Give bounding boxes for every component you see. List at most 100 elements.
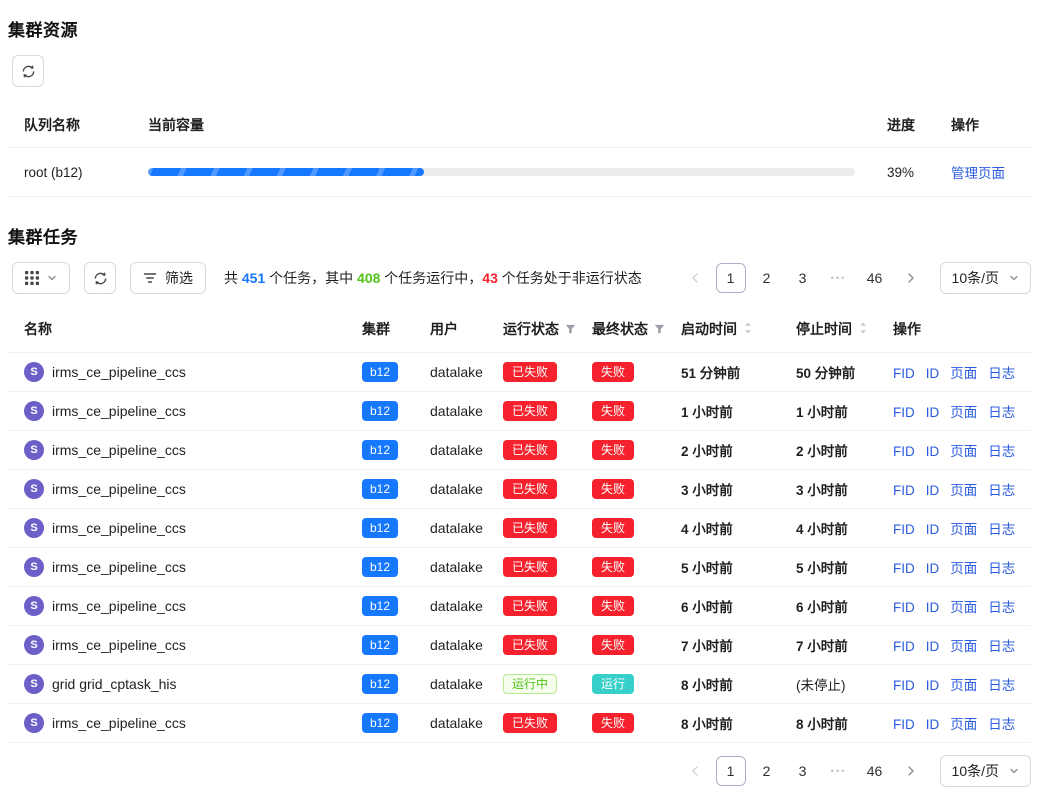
action-fid[interactable]: FID [893, 678, 915, 693]
action-fid[interactable]: FID [893, 600, 915, 615]
action-page[interactable]: 页面 [950, 639, 977, 654]
stop-time: 6 小时前 [788, 587, 885, 626]
action-log[interactable]: 日志 [988, 600, 1015, 615]
run-status-badge: 已失败 [503, 557, 557, 577]
column-settings-button[interactable] [12, 262, 70, 294]
pagination-page-2[interactable]: 2 [752, 756, 782, 786]
task-name: irms_ce_pipeline_ccs [52, 637, 186, 653]
pagination-page-3[interactable]: 3 [788, 263, 818, 293]
task-name: grid grid_cptask_his [52, 676, 177, 692]
col-resource-actions: 操作 [935, 103, 1031, 148]
action-log[interactable]: 日志 [988, 639, 1015, 654]
funnel-icon[interactable] [654, 324, 665, 335]
stop-time: 50 分钟前 [788, 353, 885, 392]
chevron-right-icon [906, 765, 916, 777]
action-id[interactable]: ID [926, 561, 940, 576]
tasks-body: Sirms_ce_pipeline_ccsb12datalake已失败失败51 … [8, 353, 1031, 743]
cluster-badge: b12 [362, 596, 398, 616]
table-row: Sirms_ce_pipeline_ccsb12datalake已失败失败3 小… [8, 470, 1031, 509]
action-page[interactable]: 页面 [950, 600, 977, 615]
column-header-7[interactable]: 停止时间 [788, 306, 885, 353]
action-fid[interactable]: FID [893, 561, 915, 576]
task-count: 451 [242, 270, 265, 286]
pagination-ellipsis[interactable]: ••• [824, 263, 854, 293]
pagination-page-46[interactable]: 46 [860, 263, 890, 293]
column-header-4[interactable]: 运行状态 [495, 306, 584, 353]
action-fid[interactable]: FID [893, 366, 915, 381]
action-fid[interactable]: FID [893, 405, 915, 420]
page-size-select[interactable]: 10条/页 [940, 262, 1031, 294]
action-id[interactable]: ID [926, 600, 940, 615]
action-page[interactable]: 页面 [950, 561, 977, 576]
action-id[interactable]: ID [926, 483, 940, 498]
column-header-5[interactable]: 最终状态 [584, 306, 673, 353]
pagination-page-46[interactable]: 46 [860, 756, 890, 786]
sorter-icon[interactable] [743, 321, 753, 335]
action-id[interactable]: ID [926, 717, 940, 732]
chevron-left-icon [690, 272, 700, 284]
action-log[interactable]: 日志 [988, 561, 1015, 576]
action-page[interactable]: 页面 [950, 366, 977, 381]
pagination-next[interactable] [896, 263, 926, 293]
pagination-page-1[interactable]: 1 [716, 263, 746, 293]
action-page[interactable]: 页面 [950, 678, 977, 693]
column-header-6[interactable]: 启动时间 [673, 306, 788, 353]
action-id[interactable]: ID [926, 405, 940, 420]
action-log[interactable]: 日志 [988, 444, 1015, 459]
action-log[interactable]: 日志 [988, 483, 1015, 498]
action-fid[interactable]: FID [893, 522, 915, 537]
action-page[interactable]: 页面 [950, 444, 977, 459]
action-log[interactable]: 日志 [988, 405, 1015, 420]
cluster-tasks-section: 集群任务 [8, 223, 1031, 787]
action-log[interactable]: 日志 [988, 717, 1015, 732]
page-size-label: 10条/页 [952, 761, 999, 781]
task-user: datalake [430, 364, 483, 380]
pagination-ellipsis[interactable]: ••• [824, 756, 854, 786]
sync-icon [21, 64, 36, 79]
action-fid[interactable]: FID [893, 717, 915, 732]
action-id[interactable]: ID [926, 678, 940, 693]
action-page[interactable]: 页面 [950, 405, 977, 420]
queue-name: root (b12) [8, 148, 132, 197]
action-fid[interactable]: FID [893, 483, 915, 498]
chevron-down-icon [47, 273, 57, 283]
action-fid[interactable]: FID [893, 444, 915, 459]
action-page[interactable]: 页面 [950, 522, 977, 537]
manage-page-link[interactable]: 管理页面 [951, 166, 1005, 181]
pagination-prev[interactable] [680, 756, 710, 786]
action-page[interactable]: 页面 [950, 483, 977, 498]
action-log[interactable]: 日志 [988, 678, 1015, 693]
pagination-prev[interactable] [680, 263, 710, 293]
funnel-icon[interactable] [565, 324, 576, 335]
table-row: Sirms_ce_pipeline_ccsb12datalake已失败失败1 小… [8, 392, 1031, 431]
pagination-page-3[interactable]: 3 [788, 756, 818, 786]
run-status-badge: 已失败 [503, 713, 557, 733]
task-name: irms_ce_pipeline_ccs [52, 442, 186, 458]
action-log[interactable]: 日志 [988, 366, 1015, 381]
page: 集群资源 队列名称 当前容量 进度 操作 [0, 0, 1039, 807]
column-label: 最终状态 [592, 321, 648, 337]
filter-button[interactable]: 筛选 [130, 262, 206, 294]
page-size-select[interactable]: 10条/页 [940, 755, 1031, 787]
refresh-resources-button[interactable] [12, 55, 44, 87]
pagination-page-1[interactable]: 1 [716, 756, 746, 786]
action-id[interactable]: ID [926, 522, 940, 537]
column-header-3: 用户 [422, 306, 495, 353]
task-name: irms_ce_pipeline_ccs [52, 559, 186, 575]
table-row: Sgrid grid_cptask_hisb12datalake运行中运行8 小… [8, 665, 1031, 704]
action-id[interactable]: ID [926, 366, 940, 381]
action-fid[interactable]: FID [893, 639, 915, 654]
action-id[interactable]: ID [926, 639, 940, 654]
action-id[interactable]: ID [926, 444, 940, 459]
refresh-tasks-button[interactable] [84, 262, 116, 294]
stop-time: 1 小时前 [788, 392, 885, 431]
table-row: Sirms_ce_pipeline_ccsb12datalake已失败失败8 小… [8, 704, 1031, 743]
sorter-icon[interactable] [858, 321, 868, 335]
task-user: datalake [430, 598, 483, 614]
pagination-page-2[interactable]: 2 [752, 263, 782, 293]
pagination-next[interactable] [896, 756, 926, 786]
tasks-section-title: 集群任务 [8, 223, 1031, 248]
action-page[interactable]: 页面 [950, 717, 977, 732]
start-time: 8 小时前 [673, 665, 788, 704]
action-log[interactable]: 日志 [988, 522, 1015, 537]
